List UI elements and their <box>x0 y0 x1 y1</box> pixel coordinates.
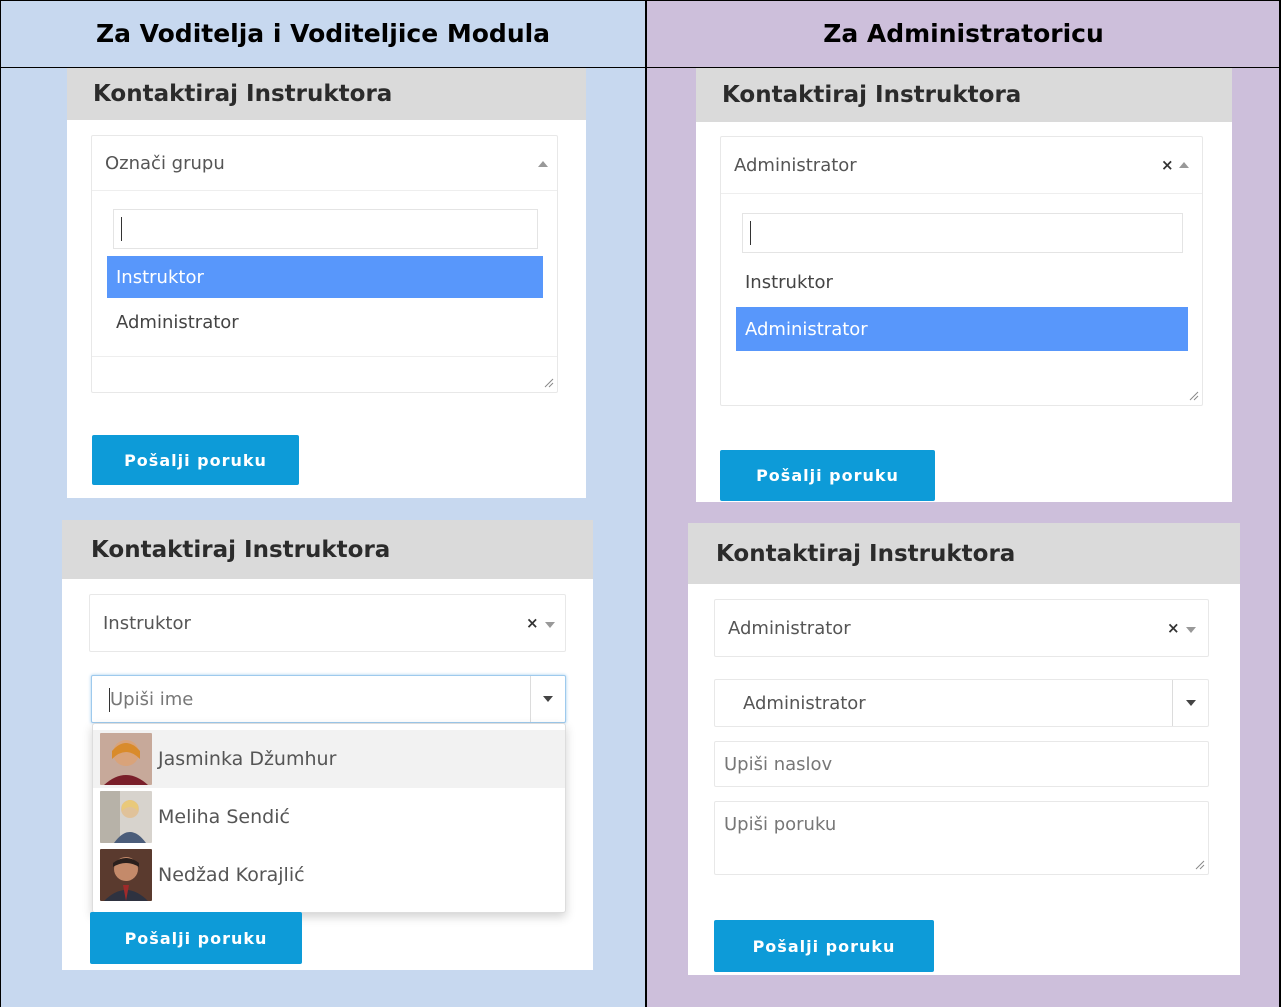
group-select-value: Administrator <box>734 155 857 176</box>
list-item[interactable]: Nedžad Korajlić <box>93 846 565 904</box>
contact-panel-right-bottom: Kontaktiraj Instruktora Administrator × … <box>688 523 1240 975</box>
list-item[interactable]: Meliha Sendić <box>93 788 565 846</box>
chevron-down-icon[interactable] <box>1186 700 1196 706</box>
person-name: Jasminka Džumhur <box>158 748 337 770</box>
person-name: Nedžad Korajlić <box>158 864 305 886</box>
text-caret <box>121 217 122 241</box>
clear-icon[interactable]: × <box>1161 156 1174 174</box>
name-select[interactable]: Administrator <box>714 679 1209 727</box>
divider <box>92 356 557 357</box>
group-select-value: Administrator <box>728 618 851 639</box>
message-textarea[interactable]: Upiši poruku <box>714 801 1209 875</box>
people-dropdown: Jasminka Džumhur Meliha Sendić Nedžad Ko… <box>92 723 566 913</box>
avatar <box>100 791 152 843</box>
resize-handle-icon[interactable] <box>1195 860 1205 870</box>
name-select[interactable]: Upiši ime <box>91 675 566 723</box>
chevron-down-icon[interactable] <box>545 622 555 628</box>
name-search-input[interactable]: Upiši ime <box>110 689 193 710</box>
panel-title: Kontaktiraj Instruktora <box>688 523 1240 584</box>
option-instruktor[interactable]: Instruktor <box>107 256 543 298</box>
resize-handle-icon[interactable] <box>1189 391 1199 401</box>
subject-placeholder: Upiši naslov <box>724 754 833 775</box>
group-select[interactable]: Instruktor × <box>89 594 566 652</box>
divider <box>92 190 557 191</box>
group-search-input[interactable] <box>113 209 538 249</box>
resize-handle-icon[interactable] <box>544 378 554 388</box>
table-border-top <box>0 0 1281 1</box>
chevron-up-icon[interactable] <box>538 161 548 167</box>
person-name: Meliha Sendić <box>158 806 290 828</box>
send-message-button[interactable]: Pošalji poruku <box>90 912 302 964</box>
option-instruktor[interactable]: Instruktor <box>736 261 1188 303</box>
avatar <box>100 733 152 785</box>
option-administrator[interactable]: Administrator <box>107 301 543 343</box>
clear-icon[interactable]: × <box>526 614 539 632</box>
left-column-header: Za Voditelja i Voditeljice Modula <box>0 0 646 68</box>
clear-icon[interactable]: × <box>1167 619 1180 637</box>
group-search-input[interactable] <box>742 213 1183 253</box>
option-administrator[interactable]: Administrator <box>736 307 1188 351</box>
contact-panel-left-bottom: Kontaktiraj Instruktora Instruktor × Upi… <box>62 520 593 970</box>
table-column-divider <box>645 0 647 1007</box>
group-select[interactable]: Administrator × <box>714 599 1209 657</box>
panel-title: Kontaktiraj Instruktora <box>62 520 593 579</box>
text-caret <box>109 688 110 712</box>
group-select-open[interactable]: Označi grupu Instruktor Administrator <box>91 135 558 393</box>
group-select-value: Označi grupu <box>105 153 225 174</box>
send-message-button[interactable]: Pošalji poruku <box>714 920 934 972</box>
group-select-open[interactable]: Administrator × Instruktor Administrator <box>720 136 1203 406</box>
text-caret <box>750 221 751 245</box>
panel-title: Kontaktiraj Instruktora <box>67 68 586 120</box>
message-placeholder: Upiši poruku <box>724 814 837 835</box>
avatar <box>100 849 152 901</box>
chevron-down-icon[interactable] <box>543 696 553 702</box>
send-message-button[interactable]: Pošalji poruku <box>720 450 935 501</box>
right-column-header: Za Administratoricu <box>646 0 1281 68</box>
name-select-value: Administrator <box>743 693 866 714</box>
subject-input[interactable]: Upiši naslov <box>714 741 1209 787</box>
divider <box>530 676 531 722</box>
contact-panel-right-top: Kontaktiraj Instruktora Administrator × … <box>696 68 1232 502</box>
list-item[interactable]: Jasminka Džumhur <box>93 730 565 788</box>
chevron-up-icon[interactable] <box>1179 162 1189 168</box>
contact-panel-left-top: Kontaktiraj Instruktora Označi grupu Ins… <box>67 68 586 498</box>
panel-title: Kontaktiraj Instruktora <box>696 68 1232 122</box>
send-message-button[interactable]: Pošalji poruku <box>92 435 299 485</box>
table-border-left <box>0 0 1 1007</box>
chevron-down-icon[interactable] <box>1186 627 1196 633</box>
divider <box>721 193 1202 194</box>
divider <box>1172 680 1173 726</box>
group-select-value: Instruktor <box>103 613 191 634</box>
